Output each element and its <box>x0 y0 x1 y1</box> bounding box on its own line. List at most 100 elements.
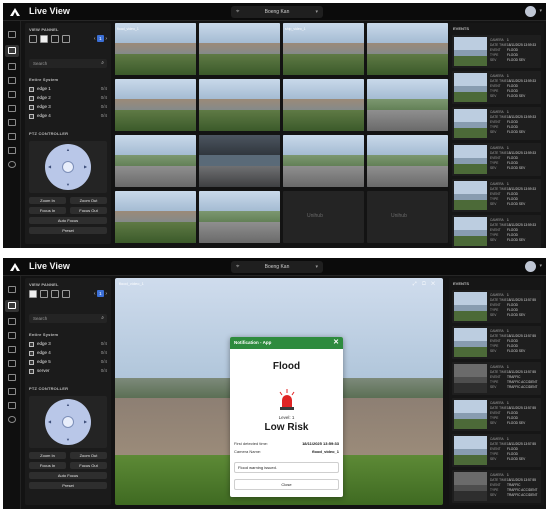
event-card[interactable]: CAMERA 1 DATE TIME18/11/2025 13:59:33 EVENT… <box>452 71 541 104</box>
edge-item[interactable]: server 0/4 <box>29 368 107 375</box>
map-icon[interactable] <box>8 119 16 126</box>
camera-tile[interactable] <box>283 135 364 187</box>
camera-tile[interactable] <box>199 135 280 187</box>
pan-left-icon[interactable]: ◀ <box>48 164 51 169</box>
camera-tile[interactable] <box>367 135 448 187</box>
site-select[interactable]: ⌖ Boeng Kan ▾ <box>231 261 323 273</box>
event-card[interactable]: CAMERA 1 DATE TIME18/11/2025 13:59:33 EVENT… <box>452 35 541 68</box>
list-icon[interactable] <box>8 77 16 84</box>
empty-camera-slot[interactable]: Unihub <box>283 191 364 243</box>
ptz-home-button[interactable] <box>62 161 74 173</box>
edge-checkbox[interactable] <box>29 369 34 374</box>
layout-4-button[interactable] <box>40 35 48 43</box>
event-card[interactable]: CAMERA 1 DATE TIME18/11/2025 13:57:55 EVENT… <box>452 326 541 359</box>
event-card[interactable]: CAMERA 1 DATE TIME18/11/2025 13:57:55 EVENT… <box>452 362 541 395</box>
edge-item[interactable]: edge 4 0/4 <box>29 113 107 120</box>
prev-page-icon[interactable]: ‹ <box>94 291 96 297</box>
preset-button[interactable]: Preset <box>29 227 107 234</box>
grid-icon[interactable] <box>8 318 16 325</box>
settings-icon[interactable] <box>8 161 16 168</box>
edge-checkbox[interactable] <box>29 87 34 92</box>
event-card[interactable]: CAMERA 1 DATE TIME18/11/2025 13:57:55 EVENT… <box>452 398 541 431</box>
prev-page-icon[interactable]: ‹ <box>94 36 96 42</box>
event-card[interactable]: CAMERA 1 DATE TIME18/11/2025 13:59:33 EVENT… <box>452 107 541 140</box>
camera-tile[interactable]: ship_video_1 <box>283 23 364 75</box>
page-number[interactable]: 1 <box>96 290 104 297</box>
list-icon[interactable] <box>8 332 16 339</box>
users-icon[interactable] <box>8 402 16 409</box>
grid-icon[interactable] <box>8 63 16 70</box>
next-page-icon[interactable]: › <box>105 291 107 297</box>
search-input[interactable]: Search ⌕ <box>29 59 107 68</box>
pan-right-icon[interactable]: ▶ <box>84 164 87 169</box>
edge-item[interactable]: edge 3 0/4 <box>29 341 107 348</box>
edge-item[interactable]: edge 2 0/4 <box>29 95 107 102</box>
edge-checkbox[interactable] <box>29 351 34 356</box>
edge-checkbox[interactable] <box>29 96 34 101</box>
event-card[interactable]: CAMERA 1 DATE TIME18/11/2025 13:59:33 EVENT… <box>452 179 541 212</box>
pan-left-icon[interactable]: ◀ <box>48 419 51 424</box>
camera-tile[interactable] <box>115 135 196 187</box>
camera-icon[interactable] <box>8 91 16 98</box>
dashboard-icon[interactable] <box>8 286 16 293</box>
live-view-icon[interactable] <box>8 47 16 54</box>
pan-down-icon[interactable]: ▼ <box>66 437 70 442</box>
edge-item[interactable]: edge 1 0/4 <box>29 86 107 93</box>
camera-tile[interactable] <box>115 191 196 243</box>
camera-tile[interactable] <box>199 79 280 131</box>
layout-4-button[interactable] <box>40 290 48 298</box>
pan-up-icon[interactable]: ▲ <box>66 402 70 407</box>
camera-tools-icon[interactable]: ⤢ ▢ ✕ <box>413 281 437 287</box>
auto-focus-button[interactable]: Auto Focus <box>29 472 107 479</box>
layout-9-button[interactable] <box>51 290 59 298</box>
pan-right-icon[interactable]: ▶ <box>84 419 87 424</box>
edge-checkbox[interactable] <box>29 114 34 119</box>
edge-item[interactable]: edge 3 0/4 <box>29 104 107 111</box>
event-card[interactable]: CAMERA 1 DATE TIME18/11/2025 13:57:55 EVENT… <box>452 290 541 323</box>
zoom-out-button[interactable]: Zoom Out <box>70 452 107 459</box>
dashboard-icon[interactable] <box>8 31 16 38</box>
empty-camera-slot[interactable]: Unihub <box>367 191 448 243</box>
alert-icon[interactable] <box>8 388 16 395</box>
pan-down-icon[interactable]: ▼ <box>66 182 70 187</box>
live-view-icon[interactable] <box>8 302 16 309</box>
camera-tile[interactable] <box>283 79 364 131</box>
camera-tile[interactable] <box>367 23 448 75</box>
ptz-home-button[interactable] <box>62 416 74 428</box>
pan-up-icon[interactable]: ▲ <box>66 147 70 152</box>
user-avatar[interactable] <box>525 6 536 17</box>
focus-out-button[interactable]: Focus Out <box>70 462 107 469</box>
event-card[interactable]: CAMERA 1 DATE TIME18/11/2025 13:57:55 EVENT… <box>452 470 541 503</box>
device-icon[interactable] <box>8 105 16 112</box>
zoom-in-button[interactable]: Zoom In <box>29 452 66 459</box>
camera-tile[interactable] <box>115 79 196 131</box>
camera-tile[interactable]: flood_video_1 <box>115 23 196 75</box>
chevron-down-icon[interactable]: ▾ <box>539 8 542 14</box>
ptz-joystick[interactable]: ▲ ▼ ◀ ▶ <box>29 396 107 448</box>
event-card[interactable]: CAMERA 1 DATE TIME18/11/2025 13:59:33 EVENT… <box>452 143 541 176</box>
camera-tile[interactable] <box>367 79 448 131</box>
map-icon[interactable] <box>8 374 16 381</box>
camera-icon[interactable] <box>8 346 16 353</box>
alert-icon[interactable] <box>8 133 16 140</box>
focus-out-button[interactable]: Focus Out <box>70 207 107 214</box>
zoom-in-button[interactable]: Zoom In <box>29 197 66 204</box>
event-card[interactable]: CAMERA 1 DATE TIME18/11/2025 13:59:33 EVENT… <box>452 215 541 248</box>
edge-item[interactable]: edge 4 0/4 <box>29 350 107 357</box>
device-icon[interactable] <box>8 360 16 367</box>
edge-checkbox[interactable] <box>29 360 34 365</box>
focus-in-button[interactable]: Focus In <box>29 207 66 214</box>
zoom-out-button[interactable]: Zoom Out <box>70 197 107 204</box>
focus-in-button[interactable]: Focus In <box>29 462 66 469</box>
site-select[interactable]: ⌖ Boeng Kan ▾ <box>231 6 323 18</box>
event-card[interactable]: CAMERA 1 DATE TIME18/11/2025 13:57:55 EVENT… <box>452 434 541 467</box>
layout-1-button[interactable] <box>29 35 37 43</box>
users-icon[interactable] <box>8 147 16 154</box>
settings-icon[interactable] <box>8 416 16 423</box>
search-input[interactable]: Search ⌕ <box>29 314 107 323</box>
close-icon[interactable]: ✕ <box>333 337 339 349</box>
camera-tile[interactable] <box>199 23 280 75</box>
layout-1-button[interactable] <box>29 290 37 298</box>
auto-focus-button[interactable]: Auto Focus <box>29 217 107 224</box>
page-number[interactable]: 1 <box>96 35 104 42</box>
